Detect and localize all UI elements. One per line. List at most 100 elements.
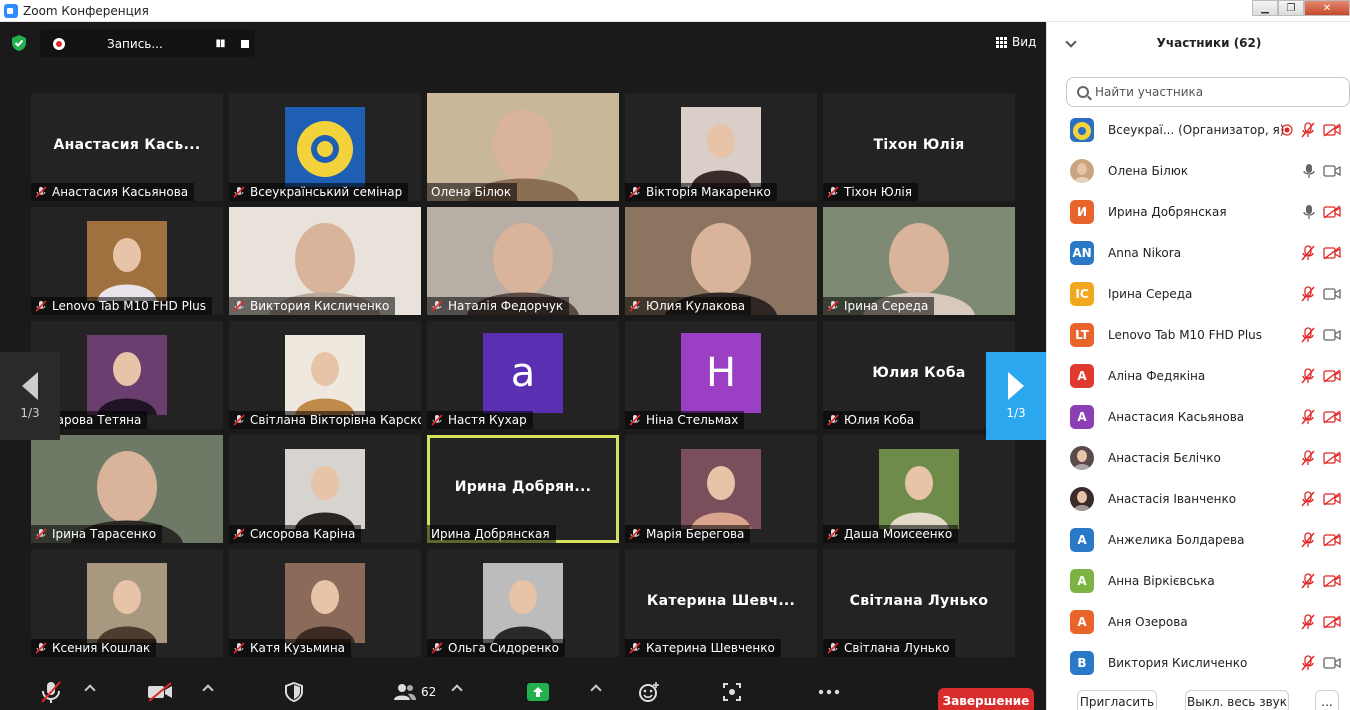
stop-recording-button[interactable] [241, 39, 249, 48]
close-window-button[interactable]: ✕ [1304, 0, 1350, 16]
participant-avatar: А [1070, 609, 1094, 634]
apps-button[interactable] [722, 680, 742, 704]
tile-name-bar: Настя Кухар [427, 411, 533, 429]
tile-name: Юлия Кулакова [646, 299, 746, 313]
more-dots-icon [818, 689, 840, 695]
participant-tile[interactable]: Сисорова Каріна [229, 435, 421, 543]
profile-photo [285, 563, 365, 643]
tile-display-name: Тіхон Юлія [873, 137, 965, 153]
security-button[interactable] [285, 680, 303, 704]
recording-icon [1281, 123, 1293, 136]
meeting-toolbar: 62 [0, 672, 1046, 710]
tile-name-bar: Ніна Стельмах [625, 411, 745, 429]
participant-tile[interactable]: Вікторія Макаренко [625, 93, 817, 201]
video-options-caret[interactable] [202, 684, 214, 696]
participant-row[interactable]: Анастасія Бєлічко [1047, 437, 1350, 478]
participant-tile[interactable]: Юлия Кулакова [625, 207, 817, 315]
tile-name: Анастасия Касьянова [52, 185, 189, 199]
participant-search-input[interactable] [1095, 85, 1335, 99]
mute-all-button[interactable]: Выкл. весь звук [1185, 690, 1289, 710]
start-video-button[interactable] [147, 680, 173, 704]
participant-tile[interactable]: Даша Моисеенко [823, 435, 1015, 543]
participant-row[interactable]: А Анжелика Болдарева [1047, 519, 1350, 560]
participant-tile[interactable]: Lenovo Tab M10 FHD Plus [31, 207, 223, 315]
participant-tile[interactable]: Ольга Сидоренко [427, 549, 619, 657]
emoji-icon [639, 682, 659, 702]
prev-page-button[interactable]: 1/3 [0, 352, 60, 440]
participant-row[interactable]: И Ирина Добрянская [1047, 191, 1350, 232]
more-button[interactable] [818, 680, 840, 704]
participant-row[interactable]: Олена Білюк [1047, 150, 1350, 191]
participant-row[interactable]: В Виктория Кисличенко [1047, 642, 1350, 683]
participant-tile[interactable]: Ірина Тарасенко [31, 435, 223, 543]
right-arrow-icon [1008, 372, 1024, 400]
video-off-icon [1323, 450, 1341, 465]
participant-row[interactable]: А Аня Озерова [1047, 601, 1350, 642]
participant-tile[interactable]: Н Ніна Стельмах [625, 321, 817, 429]
minimize-button[interactable]: ▁ [1252, 0, 1278, 16]
participant-tile[interactable]: Виктория Кисличенко [229, 207, 421, 315]
participant-avatar: LT [1070, 322, 1094, 347]
participant-avatar: А [1070, 568, 1094, 593]
profile-photo [285, 449, 365, 529]
participant-name: Анастасія Бєлічко [1108, 450, 1221, 465]
mic-muted-icon [1301, 367, 1315, 383]
participant-avatar: IC [1070, 281, 1094, 306]
maximize-button[interactable]: ❐ [1278, 0, 1304, 16]
tile-name-bar: Lenovo Tab M10 FHD Plus [31, 297, 213, 315]
tile-name: Світлана Вікторівна Карско... [250, 413, 421, 427]
tile-name-bar: Сисорова Каріна [229, 525, 362, 543]
participant-tile[interactable]: Катерина Шевч... Катерина Шевченко [625, 549, 817, 657]
participant-status [1293, 244, 1341, 261]
participants-options-caret[interactable] [451, 684, 463, 696]
participant-tile[interactable]: a Настя Кухар [427, 321, 619, 429]
participant-row[interactable]: LT Lenovo Tab M10 FHD Plus [1047, 314, 1350, 355]
end-meeting-button[interactable]: Завершение [938, 688, 1034, 710]
participant-status [1293, 408, 1341, 425]
participants-button[interactable]: 62 [393, 680, 436, 704]
participants-panel: Участники (62) Всеукраї... (Организатор,… [1046, 22, 1350, 710]
mic-muted-icon [827, 300, 839, 312]
next-page-button[interactable]: 1/3 [986, 352, 1046, 440]
invite-button[interactable]: Пригласить [1077, 690, 1157, 710]
participant-tile[interactable]: Тіхон Юлія Тіхон Юлія [823, 93, 1015, 201]
pause-recording-button[interactable]: ▮▮ [209, 33, 231, 55]
participant-row[interactable]: IC Ірина Середа [1047, 273, 1350, 314]
participant-row[interactable]: Всеукраї... (Организатор, я) [1047, 109, 1350, 150]
mic-icon [1303, 163, 1315, 178]
participant-tile[interactable]: Світлана Лунько Світлана Лунько [823, 549, 1015, 657]
reactions-button[interactable] [638, 680, 660, 704]
tile-name: Ольга Сидоренко [448, 641, 559, 655]
share-options-caret[interactable] [590, 684, 602, 696]
security-shield-icon[interactable] [11, 34, 27, 52]
participant-search[interactable] [1066, 77, 1350, 107]
tile-name: Олена Білюк [431, 185, 512, 199]
participant-tile[interactable]: Катя Кузьмина [229, 549, 421, 657]
participant-row[interactable]: А Анна Віркієвська [1047, 560, 1350, 601]
participant-tile[interactable]: Наталія Федорчук [427, 207, 619, 315]
mic-muted-icon [1301, 531, 1315, 547]
unmute-button[interactable] [40, 680, 62, 704]
participant-tile[interactable]: Олена Білюк [427, 93, 619, 201]
share-screen-button[interactable] [527, 680, 549, 704]
view-button[interactable]: Вид [996, 35, 1036, 49]
participant-tile[interactable]: Світлана Вікторівна Карско... [229, 321, 421, 429]
audio-options-caret[interactable] [84, 684, 96, 696]
tile-name-bar: Всеукраїнський семінар [229, 183, 409, 201]
participant-tile[interactable]: Всеукраїнський семінар [229, 93, 421, 201]
participant-tile[interactable]: Марія Берегова [625, 435, 817, 543]
mic-muted-icon [1301, 244, 1315, 260]
panel-more-button[interactable]: ... [1315, 690, 1339, 710]
participant-tile[interactable]: Ірина Середа [823, 207, 1015, 315]
participant-row[interactable]: А Анастасия Касьянова [1047, 396, 1350, 437]
participant-row[interactable]: AN Anna Nikora [1047, 232, 1350, 273]
mic-icon [1303, 204, 1315, 219]
participant-row[interactable]: Анастасія Іванченко [1047, 478, 1350, 519]
participant-tile[interactable]: Ирина Добрян... Ирина Добрянская [427, 435, 619, 543]
participant-tile[interactable]: Анастасия Кась... Анастасия Касьянова [31, 93, 223, 201]
participant-status [1295, 163, 1341, 179]
participant-tile[interactable]: Ксения Кошлак [31, 549, 223, 657]
grid-icon [996, 36, 1007, 48]
participant-row[interactable]: А Аліна Федякіна [1047, 355, 1350, 396]
page-indicator-right: 1/3 [1006, 406, 1026, 420]
